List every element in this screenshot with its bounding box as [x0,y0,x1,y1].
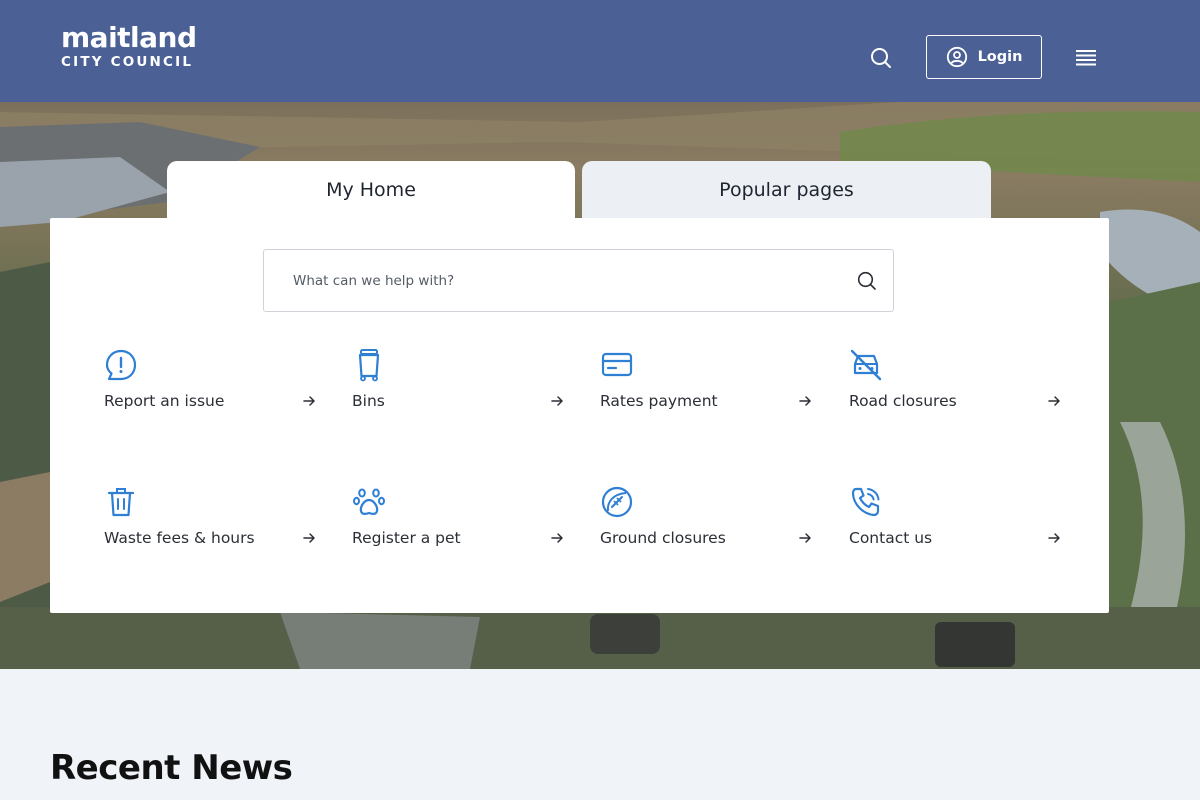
quick-link-contact-us[interactable]: Contact us [849,485,1061,565]
quick-link-label: Register a pet [352,529,461,547]
car-off-icon [850,349,882,381]
quick-link-road-closures[interactable]: Road closures [849,348,1061,428]
user-circle-icon [946,46,967,68]
arrow-right-icon [1048,396,1060,406]
search-input[interactable] [264,250,841,311]
arrow-right-icon [1048,533,1060,543]
football-icon [601,486,633,518]
arrow-right-icon [551,396,563,406]
quick-link-ground-closures[interactable]: Ground closures [600,485,812,565]
council-logo[interactable]: maitland CITY COUNCIL [61,21,197,71]
header-search-button[interactable] [866,43,896,73]
quick-link-waste-fees[interactable]: Waste fees & hours [104,485,316,565]
quick-link-label: Road closures [849,392,957,410]
search-submit-button[interactable] [841,250,893,311]
quick-link-bins[interactable]: Bins [352,348,564,428]
paw-icon [353,488,385,515]
login-button[interactable]: Login [926,35,1042,79]
quick-link-label: Ground closures [600,529,726,547]
alert-bubble-icon [105,349,137,381]
menu-icon [1076,50,1096,66]
arrow-right-icon [551,533,563,543]
tab-popular-pages[interactable]: Popular pages [582,161,991,219]
credit-card-icon [601,352,633,377]
quick-link-register-pet[interactable]: Register a pet [352,485,564,565]
quick-links-panel: Report an issue Bins Rates payment Roa [50,218,1109,613]
logo-wordmark: maitland [61,21,197,54]
quick-link-label: Contact us [849,529,933,547]
arrow-right-icon [799,533,811,543]
logo-subtitle: CITY COUNCIL [61,54,194,70]
trash-icon [107,488,135,517]
quick-link-label: Rates payment [600,392,718,410]
phone-call-icon [851,487,880,517]
arrow-right-icon [303,396,315,406]
quick-link-label: Report an issue [104,392,225,410]
search-icon [857,271,876,290]
quick-link-rates-payment[interactable]: Rates payment [600,348,812,428]
recent-news-heading: Recent News [50,748,293,788]
tab-my-home-label: My Home [326,179,416,201]
site-search [263,249,894,312]
quick-link-label: Waste fees & hours [104,529,255,547]
quick-link-report-issue[interactable]: Report an issue [104,348,316,428]
login-label: Login [977,49,1023,65]
tab-my-home[interactable]: My Home [167,161,575,219]
wheelie-bin-icon [358,349,380,382]
arrow-right-icon [799,396,811,406]
search-icon [871,48,891,68]
quick-link-label: Bins [352,392,385,410]
site-header: maitland CITY COUNCIL Login [0,0,1200,102]
tab-popular-pages-label: Popular pages [719,179,854,201]
menu-button[interactable] [1073,45,1099,69]
arrow-right-icon [303,533,315,543]
